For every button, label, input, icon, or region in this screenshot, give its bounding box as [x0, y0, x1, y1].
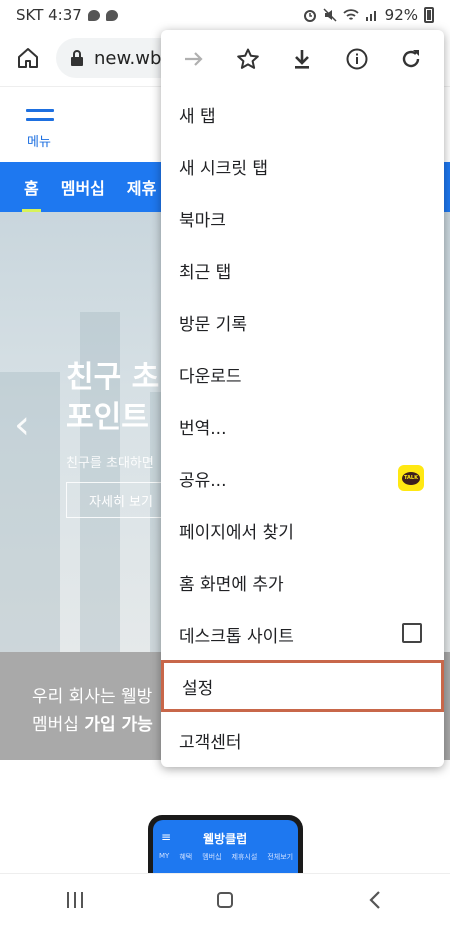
page-info-button[interactable] — [335, 37, 379, 81]
nav-item-home[interactable]: 홈 — [22, 175, 41, 212]
menu-item-history[interactable]: 방문 기록 — [161, 296, 444, 348]
recent-apps-button[interactable] — [45, 880, 105, 920]
alarm-icon — [303, 10, 316, 22]
forward-icon — [185, 52, 203, 66]
promo-line-2: 멤버십 가입 가능 — [32, 715, 153, 735]
menu-item-help[interactable]: 고객센터 — [161, 714, 444, 766]
menu-item-new-tab[interactable]: 새 탭 — [161, 88, 444, 140]
phone-logo: 웰방클럽 — [203, 832, 248, 846]
phone-menu-icon: ≡ — [161, 830, 172, 844]
battery-percent: 92% — [384, 6, 418, 24]
message-notification-icon — [87, 9, 100, 21]
phone-tabs: MY 혜택 멤버십 제휴시설 전체보기 — [159, 852, 294, 861]
wifi-icon — [343, 9, 359, 20]
message-notification-icon-2 — [105, 9, 118, 21]
menu-item-bookmarks[interactable]: 북마크 — [161, 192, 444, 244]
lock-icon — [71, 50, 83, 66]
menu-item-find-in-page[interactable]: 페이지에서 찾기 — [161, 504, 444, 556]
home-icon — [18, 48, 38, 68]
promo-line-1: 우리 회사는 웰방 — [32, 687, 153, 707]
menu-item-desktop-site-label: 데스크톱 사이트 — [179, 626, 294, 647]
download-icon — [295, 50, 310, 69]
recent-apps-icon — [67, 891, 83, 908]
carrier-time: SKT 4:37 — [16, 6, 82, 24]
menu-item-settings[interactable]: 설정 — [161, 660, 444, 712]
mute-icon — [323, 8, 337, 22]
kakaotalk-icon[interactable]: TALK — [398, 465, 424, 491]
system-navigation-bar — [0, 873, 450, 925]
menu-item-desktop-site[interactable]: 데스크톱 사이트 — [161, 608, 444, 660]
menu-item-downloads[interactable]: 다운로드 — [161, 348, 444, 400]
nav-item-membership[interactable]: 멤버십 — [61, 175, 105, 199]
menu-item-share-label: 공유... — [179, 470, 227, 491]
hamburger-menu-button[interactable] — [26, 109, 54, 127]
battery-icon — [424, 7, 434, 23]
browser-overflow-menu: 새 탭 새 시크릿 탭 북마크 최근 탭 방문 기록 다운로드 번역... 공유… — [161, 30, 444, 767]
hero-subtitle: 친구를 초대하면 — [66, 456, 154, 471]
url-text: new.wb — [94, 47, 162, 69]
menu-item-recent-tabs[interactable]: 최근 탭 — [161, 244, 444, 296]
star-icon — [237, 48, 260, 69]
system-home-icon — [217, 891, 233, 908]
menu-toolbar — [161, 30, 444, 88]
carousel-prev-icon[interactable]: ‹ — [14, 402, 30, 448]
hero-detail-button[interactable]: 자세히 보기 — [66, 482, 176, 518]
desktop-site-checkbox[interactable] — [402, 623, 422, 643]
refresh-icon — [402, 50, 420, 68]
signal-icon — [365, 11, 376, 21]
nav-item-partner[interactable]: 제휴 — [127, 175, 156, 199]
download-page-button[interactable] — [280, 37, 324, 81]
info-icon — [346, 48, 368, 70]
menu-item-translate[interactable]: 번역... — [161, 400, 444, 452]
back-button[interactable] — [345, 880, 405, 920]
bookmark-star-button[interactable] — [226, 37, 270, 81]
menu-label: 메뉴 — [27, 135, 51, 150]
forward-button[interactable] — [172, 37, 216, 81]
menu-item-add-to-home[interactable]: 홈 화면에 추가 — [161, 556, 444, 608]
back-icon — [369, 890, 380, 909]
reload-button[interactable] — [389, 37, 433, 81]
menu-item-share[interactable]: 공유... TALK — [161, 452, 444, 504]
home-button[interactable] — [12, 42, 44, 74]
system-home-button[interactable] — [195, 880, 255, 920]
status-bar: SKT 4:37 92% — [0, 0, 450, 30]
hero-title: 친구 초 포인트 — [66, 360, 160, 435]
menu-item-new-incognito-tab[interactable]: 새 시크릿 탭 — [161, 140, 444, 192]
